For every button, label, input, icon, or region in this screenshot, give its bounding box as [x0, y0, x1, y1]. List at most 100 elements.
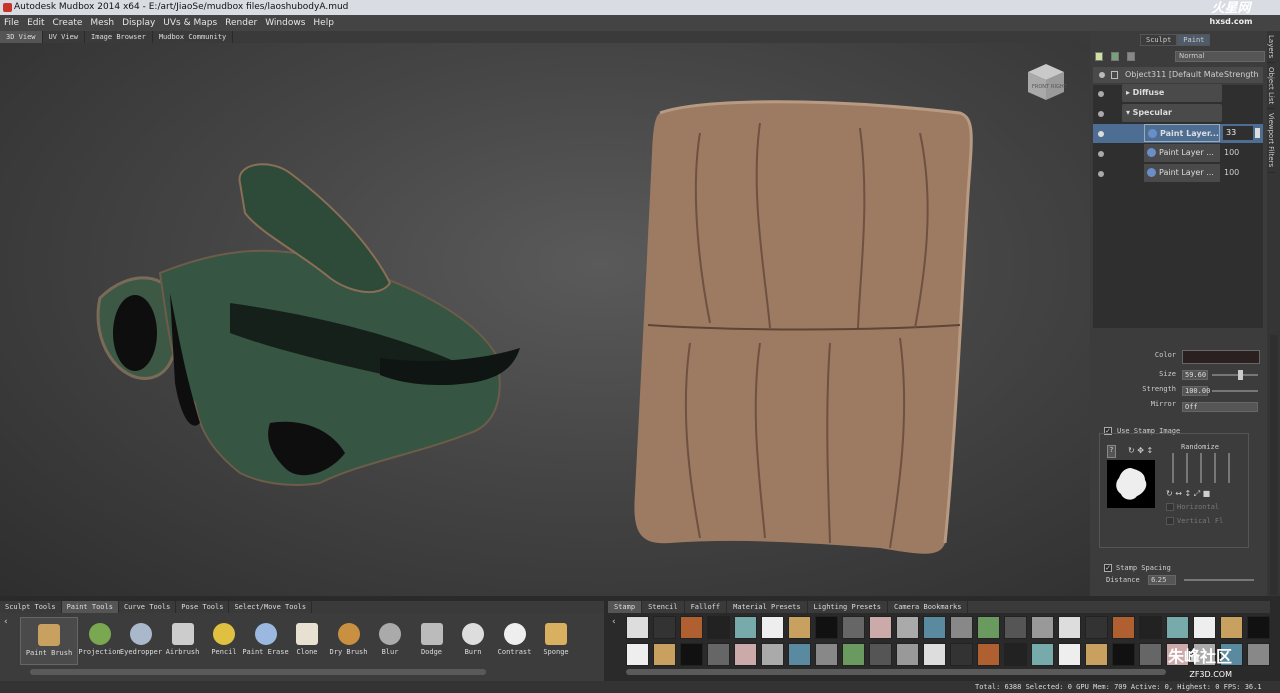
stamp-thumbnail[interactable] [1058, 643, 1081, 666]
delete-layer-icon[interactable] [1127, 52, 1135, 61]
color-swatch[interactable] [1182, 350, 1260, 364]
stamp-tab-stamp[interactable]: Stamp [608, 601, 643, 613]
stamp-thumbnail[interactable] [1220, 616, 1243, 639]
tool-sponge[interactable]: Sponge [532, 617, 580, 665]
menu-item-uvs-maps[interactable]: UVs & Maps [159, 15, 221, 31]
channel-diffuse[interactable]: ▸ Diffuse [1122, 84, 1222, 102]
visibility-eye-icon[interactable] [1099, 72, 1105, 78]
strength-input[interactable]: 100.00 [1182, 386, 1210, 396]
menu-item-help[interactable]: Help [309, 15, 338, 31]
stamp-thumbnail[interactable] [626, 616, 649, 639]
stamp-thumbnail[interactable] [734, 616, 757, 639]
stamp-rotate-icons[interactable]: ↻ ✥ ↕ [1128, 446, 1153, 455]
tray-scroll-left-icon[interactable]: ‹ [4, 617, 8, 627]
tab-uv-view[interactable]: UV View [43, 31, 86, 43]
stamp-thumbnail[interactable] [923, 616, 946, 639]
stamp-thumbnail[interactable] [842, 616, 865, 639]
blend-mode-select[interactable]: Normal [1175, 51, 1265, 62]
stamp-thumbnail[interactable] [1031, 643, 1054, 666]
strength-slider[interactable] [1212, 390, 1258, 392]
lock-icon[interactable] [1111, 71, 1118, 79]
mode-tab-paint[interactable]: Paint [1177, 34, 1211, 46]
stamp-thumbnail[interactable] [1085, 643, 1108, 666]
stamp-thumbnail[interactable] [653, 616, 676, 639]
stamp-thumbnail[interactable] [842, 643, 865, 666]
stamp-tab-falloff[interactable]: Falloff [685, 601, 728, 613]
stamp-thumbnail[interactable] [1112, 616, 1135, 639]
stamp-thumbnail[interactable] [815, 616, 838, 639]
tab-3d-view[interactable]: 3D View [0, 31, 43, 43]
stamp-transform-icons[interactable]: ↻ ↔ ↕ ⤢ ■ [1166, 489, 1210, 499]
visibility-dot-icon[interactable] [1098, 91, 1104, 97]
stamp-thumbnail[interactable] [1139, 616, 1162, 639]
stamp-tab-lighting-presets[interactable]: Lighting Presets [808, 601, 888, 613]
stamp-library-scrollbar[interactable] [626, 669, 1166, 675]
visibility-dot-icon[interactable] [1098, 111, 1104, 117]
stamp-thumbnail[interactable] [1247, 616, 1270, 639]
size-slider-handle-icon[interactable] [1238, 370, 1243, 380]
stamp-thumbnail[interactable] [1085, 616, 1108, 639]
stamp-thumbnail[interactable] [680, 643, 703, 666]
stamp-thumbnail[interactable] [896, 616, 919, 639]
panel-scrollbar[interactable] [1270, 335, 1278, 595]
stamp-tab-stencil[interactable]: Stencil [642, 601, 685, 613]
stamp-thumbnail[interactable] [950, 643, 973, 666]
tool-tab-select-move-tools[interactable]: Select/Move Tools [229, 601, 313, 613]
menu-item-render[interactable]: Render [221, 15, 261, 31]
stamp-thumbnail[interactable] [950, 616, 973, 639]
stamp-spacing-checkbox[interactable]: ✓ [1104, 564, 1112, 572]
menu-item-edit[interactable]: Edit [23, 15, 48, 31]
stamp-thumbnail[interactable] [761, 643, 784, 666]
mirror-select[interactable]: Off [1182, 402, 1258, 412]
tool-tab-sculpt-tools[interactable]: Sculpt Tools [0, 601, 62, 613]
stamp-thumbnail[interactable] [1193, 616, 1216, 639]
expand-arrow-icon[interactable]: ▸ [1126, 88, 1130, 97]
stamp-thumbnail[interactable] [788, 643, 811, 666]
stamp-thumbnail[interactable] [1058, 616, 1081, 639]
cushion-model[interactable] [634, 100, 973, 554]
stamp-thumbnail[interactable] [977, 643, 1000, 666]
tool-paint-brush[interactable]: Paint Brush [20, 617, 78, 665]
stamp-thumbnail[interactable] [707, 643, 730, 666]
stamp-thumbnail[interactable] [923, 643, 946, 666]
horizontal-checkbox[interactable] [1166, 503, 1174, 511]
collapse-arrow-icon[interactable]: ▾ [1126, 108, 1130, 117]
stamp-thumbnail[interactable] [1004, 643, 1027, 666]
visibility-dot-icon[interactable] [1098, 131, 1104, 137]
stamp-thumbnail[interactable] [1166, 616, 1189, 639]
viewport-canvas[interactable] [0, 43, 1090, 596]
paint-layer-row[interactable]: Paint Layer... [1144, 124, 1220, 142]
paint-layer-row[interactable]: Paint Layer ... [1144, 164, 1220, 182]
stamp-scroll-left-icon[interactable]: ‹ [612, 617, 616, 627]
menu-item-create[interactable]: Create [49, 15, 87, 31]
duplicate-layer-icon[interactable] [1111, 52, 1119, 61]
strength-slider-handle-icon[interactable] [1255, 128, 1260, 138]
goggle-model[interactable] [96, 163, 520, 486]
stamp-thumbnail[interactable] [1112, 643, 1135, 666]
3d-viewport[interactable] [0, 43, 1090, 596]
tool-tab-curve-tools[interactable]: Curve Tools [119, 601, 177, 613]
distance-input[interactable]: 6.25 [1148, 575, 1176, 585]
stamp-tab-camera-bookmarks[interactable]: Camera Bookmarks [888, 601, 969, 613]
stamp-thumbnail[interactable] [896, 643, 919, 666]
stamp-thumbnail[interactable] [761, 616, 784, 639]
stamp-thumbnail[interactable] [869, 616, 892, 639]
randomize-sliders[interactable] [1168, 453, 1238, 483]
stamp-thumbnail[interactable] [680, 616, 703, 639]
distance-slider[interactable] [1184, 579, 1254, 581]
stamp-thumbnail[interactable] [1004, 616, 1027, 639]
stamp-thumbnail[interactable] [815, 643, 838, 666]
channel-specular[interactable]: ▾ Specular [1122, 104, 1222, 122]
tab-mudbox-community[interactable]: Mudbox Community [153, 31, 234, 43]
stamp-thumbnail[interactable] [626, 643, 649, 666]
stamp-thumbnail[interactable] [869, 643, 892, 666]
menu-item-display[interactable]: Display [118, 15, 159, 31]
stamp-thumbnail[interactable] [788, 616, 811, 639]
menu-item-windows[interactable]: Windows [261, 15, 309, 31]
size-slider[interactable] [1212, 374, 1258, 376]
tab-image-browser[interactable]: Image Browser [85, 31, 153, 43]
side-tab-layers[interactable]: Layers [1267, 31, 1275, 64]
visibility-dot-icon[interactable] [1098, 151, 1104, 157]
stamp-thumbnail[interactable] [1031, 616, 1054, 639]
side-tab-viewport-filters[interactable]: Viewport Filters [1267, 109, 1275, 173]
